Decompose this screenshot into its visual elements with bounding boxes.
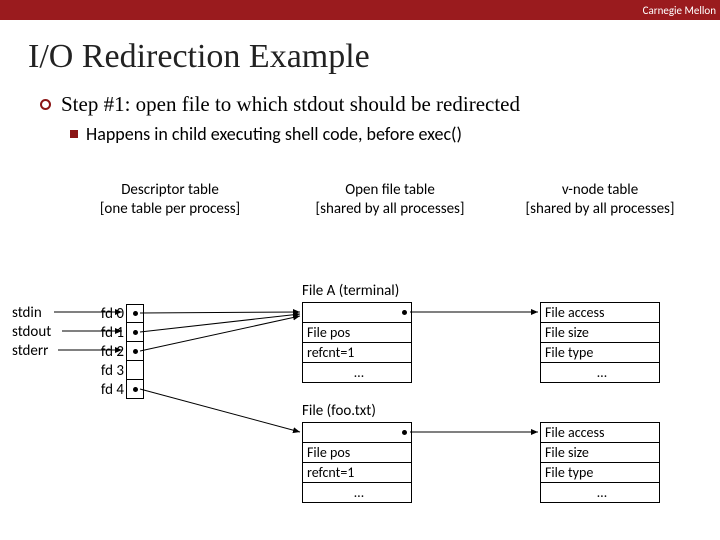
file-a-title: File A (terminal) bbox=[302, 282, 399, 300]
vnode-b-table: File access File size File type … bbox=[540, 422, 660, 503]
table-row: … bbox=[540, 363, 660, 383]
sub-text: Happens in child executing shell code, b… bbox=[86, 123, 462, 145]
dot-icon bbox=[133, 387, 138, 392]
stderr-label: stderr bbox=[12, 342, 51, 361]
table-row: File size bbox=[540, 323, 660, 343]
table-row bbox=[302, 423, 412, 443]
square-bullet-icon bbox=[70, 130, 78, 138]
column-labels: Descriptor table [one table per process]… bbox=[40, 181, 720, 219]
diagram: stdin stdout stderr fd 0 fd 1 fd 2 fd 3 … bbox=[0, 272, 720, 532]
table-row: File access bbox=[540, 423, 660, 443]
vnode-table-label: v-node table [shared by all processes] bbox=[500, 181, 700, 219]
table-row: File pos bbox=[302, 323, 412, 343]
header-bar: Carnegie Mellon bbox=[0, 0, 720, 20]
table-row: File size bbox=[540, 443, 660, 463]
stdout-label: stdout bbox=[12, 323, 51, 342]
table-row: File access bbox=[540, 303, 660, 323]
table-row: fd 2 bbox=[92, 342, 144, 361]
table-row: … bbox=[302, 483, 412, 503]
sub-line: Happens in child executing shell code, b… bbox=[70, 123, 720, 145]
step-text: Step #1: open file to which stdout shoul… bbox=[61, 92, 520, 117]
dot-icon bbox=[133, 311, 138, 316]
table-row: refcnt=1 bbox=[302, 463, 412, 483]
table-row bbox=[302, 303, 412, 323]
table-row: File type bbox=[540, 463, 660, 483]
page-title: I/O Redirection Example bbox=[0, 20, 720, 92]
step-line: Step #1: open file to which stdout shoul… bbox=[40, 92, 720, 117]
org-label: Carnegie Mellon bbox=[643, 4, 716, 17]
table-row: File type bbox=[540, 343, 660, 363]
dot-icon bbox=[133, 349, 138, 354]
table-row: refcnt=1 bbox=[302, 343, 412, 363]
stdin-label: stdin bbox=[12, 304, 51, 323]
table-row: fd 4 bbox=[92, 380, 144, 399]
dot-icon bbox=[402, 310, 407, 315]
file-a-table: File pos refcnt=1 … bbox=[302, 302, 412, 383]
file-b-table: File pos refcnt=1 … bbox=[302, 422, 412, 503]
table-row: File pos bbox=[302, 443, 412, 463]
content: Step #1: open file to which stdout shoul… bbox=[0, 92, 720, 219]
fd-table: fd 0 fd 1 fd 2 fd 3 fd 4 bbox=[92, 304, 144, 399]
descriptor-table-label: Descriptor table [one table per process] bbox=[70, 181, 270, 219]
table-row: fd 0 bbox=[92, 304, 144, 323]
file-b-title: File (foo.txt) bbox=[302, 402, 376, 420]
table-row: … bbox=[302, 363, 412, 383]
table-row: … bbox=[540, 483, 660, 503]
dot-icon bbox=[402, 430, 407, 435]
open-file-table-label: Open file table [shared by all processes… bbox=[290, 181, 490, 219]
circle-bullet-icon bbox=[40, 99, 51, 110]
vnode-a-table: File access File size File type … bbox=[540, 302, 660, 383]
std-labels: stdin stdout stderr bbox=[12, 304, 51, 361]
dot-icon bbox=[133, 330, 138, 335]
table-row: fd 3 bbox=[92, 361, 144, 380]
table-row: fd 1 bbox=[92, 323, 144, 342]
